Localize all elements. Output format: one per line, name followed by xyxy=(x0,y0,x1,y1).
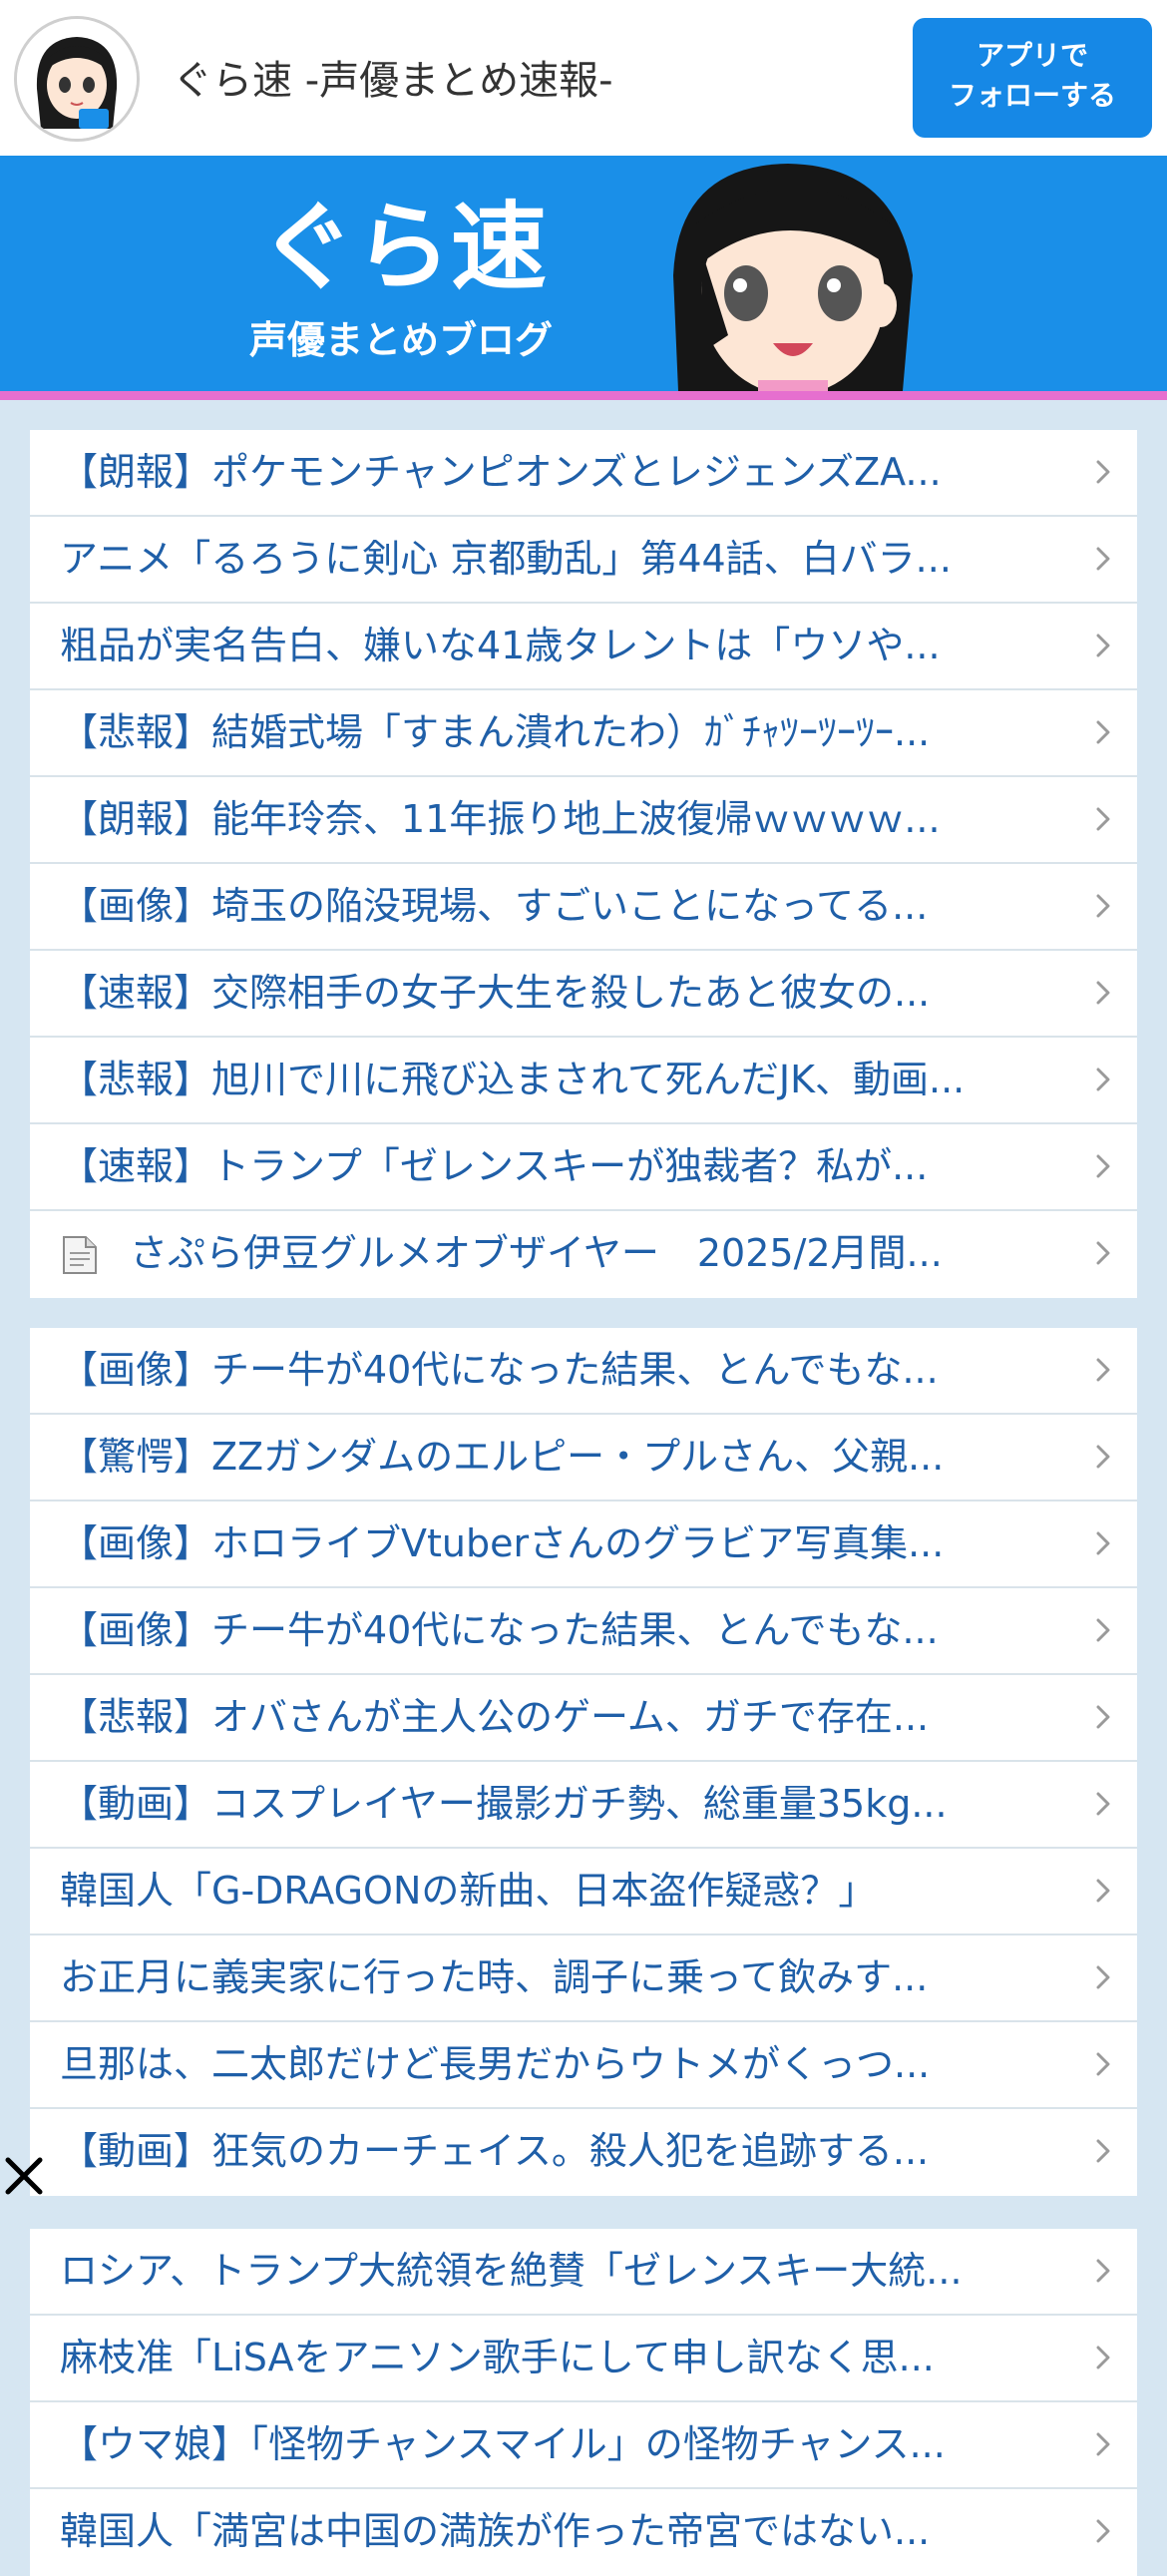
chevron-right-icon xyxy=(1091,1879,1115,1903)
article-title: 韓国人「満宮は中国の満族が作った帝宮ではない... xyxy=(60,2509,931,2553)
chevron-right-icon xyxy=(1091,1792,1115,1816)
article-title: 【朗報】能年玲奈、11年振り地上波復帰ｗｗｗｗ... xyxy=(60,797,941,841)
chevron-right-icon xyxy=(1091,894,1115,918)
article-title: 【速報】トランプ「ゼレンスキーが独裁者？私が... xyxy=(60,1144,929,1188)
article-title: 【画像】ホロライブVtuberさんのグラビア写真集... xyxy=(60,1521,945,1565)
article-list-item[interactable]: 【ウマ娘】「怪物チャンスマイル」の怪物チャンス... xyxy=(30,2402,1137,2489)
article-list-item[interactable]: アニメ「るろうに剣心 京都動乱」第44話、白バラ... xyxy=(30,517,1137,604)
chevron-right-icon xyxy=(1091,807,1115,831)
chevron-right-icon xyxy=(1091,634,1115,657)
chevron-right-icon xyxy=(1091,460,1115,484)
article-title: 麻枝准「LiSAをアニソン歌手にして申し訳なく思... xyxy=(60,2336,935,2379)
article-list-item[interactable]: 【動画】コスプレイヤー撮影ガチ勢、総重量35kg... xyxy=(30,1762,1137,1849)
article-list-item[interactable]: お正月に義実家に行った時、調子に乗って飲みす... xyxy=(30,1935,1137,2022)
article-list-item[interactable]: 【画像】ホロライブVtuberさんのグラビア写真集... xyxy=(30,1502,1137,1588)
chevron-right-icon xyxy=(1091,2519,1115,2543)
article-title: アニメ「るろうに剣心 京都動乱」第44話、白バラ... xyxy=(60,537,952,581)
chevron-right-icon xyxy=(1091,2139,1115,2163)
article-title: 【画像】埼玉の陥没現場、すごいことになってる... xyxy=(60,884,929,928)
article-list-item[interactable]: 【朗報】ポケモンチャンピオンズとレジェンズZA... xyxy=(30,430,1137,517)
banner-logo-main: ぐら速 xyxy=(259,192,547,303)
article-list-item[interactable]: 【驚愕】ZZガンダムのエルピー・プルさん、父親... xyxy=(30,1415,1137,1502)
chevron-right-icon xyxy=(1091,2259,1115,2283)
article-list-item[interactable]: 粗品が実名告白、嫌いな41歳タレントは「ウソや... xyxy=(30,604,1137,690)
article-list-item[interactable]: ロシア、トランプ大統領を絶賛「ゼレンスキー大統... xyxy=(30,2229,1137,2316)
follow-in-app-button[interactable]: アプリで フォローする xyxy=(913,18,1152,138)
article-title: 【悲報】オバさんが主人公のゲーム、ガチで存在... xyxy=(60,1695,930,1739)
article-title: 【悲報】結婚式場「すまん潰れたわ）ｶﾞﾁｬﾂｰﾂｰﾂｰ... xyxy=(60,710,931,754)
chevron-right-icon xyxy=(1091,1618,1115,1642)
article-title: ロシア、トランプ大統領を絶賛「ゼレンスキー大統... xyxy=(60,2249,963,2293)
article-title: さぷら伊豆グルメオブザイヤー 2025/2月間... xyxy=(130,1231,943,1275)
chevron-right-icon xyxy=(1091,2346,1115,2369)
article-title: 【驚愕】ZZガンダムのエルピー・プルさん、父親... xyxy=(60,1435,945,1479)
article-title: 【画像】チー牛が40代になった結果、とんでもな... xyxy=(60,1608,939,1652)
app-header: ぐら速 -声優まとめ速報- アプリで フォローする xyxy=(0,0,1167,156)
article-title: 粗品が実名告白、嫌いな41歳タレントは「ウソや... xyxy=(60,624,941,667)
article-title: お正月に義実家に行った時、調子に乗って飲みす... xyxy=(60,1955,929,1999)
article-list-item[interactable]: 【悲報】旭川で川に飛び込まされて死んだJK、動画... xyxy=(30,1038,1137,1124)
avatar-illustration xyxy=(17,19,137,139)
banner-logo-sub: 声優まとめブログ xyxy=(249,318,553,362)
article-list-3: ロシア、トランプ大統領を絶賛「ゼレンスキー大統... 麻枝准「LiSAをアニソン歌… xyxy=(30,2229,1137,2576)
article-title: 【ウマ娘】「怪物チャンスマイル」の怪物チャンス... xyxy=(60,2422,946,2466)
document-icon xyxy=(62,1235,98,1275)
chevron-right-icon xyxy=(1091,1358,1115,1382)
article-list-1: 【朗報】ポケモンチャンピオンズとレジェンズZA... アニメ「るろうに剣心 京都動… xyxy=(30,430,1137,1298)
chevron-right-icon xyxy=(1091,1241,1115,1265)
article-list-item[interactable]: 麻枝准「LiSAをアニソン歌手にして申し訳なく思... xyxy=(30,2316,1137,2402)
article-title: 【速報】交際相手の女子大生を殺したあと彼女の... xyxy=(60,971,931,1015)
article-title: 韓国人「G-DRAGONの新曲、日本盗作疑惑？」 xyxy=(60,1869,877,1913)
article-title: 【画像】チー牛が40代になった結果、とんでもな... xyxy=(60,1348,939,1392)
chevron-right-icon xyxy=(1091,720,1115,744)
banner-illustration: ぐら速 声優まとめブログ xyxy=(0,156,1167,391)
article-title: 【悲報】旭川で川に飛び込まされて死んだJK、動画... xyxy=(60,1058,966,1101)
article-list-item[interactable]: 【画像】埼玉の陥没現場、すごいことになってる... xyxy=(30,864,1137,951)
article-list-item[interactable]: 旦那は、二太郎だけど長男だからウトメがくっつ... xyxy=(30,2022,1137,2109)
article-title: 旦那は、二太郎だけど長男だからウトメがくっつ... xyxy=(60,2042,931,2086)
article-list-item[interactable]: 【画像】チー牛が40代になった結果、とんでもな... xyxy=(30,1588,1137,1675)
article-list-item[interactable]: 【悲報】オバさんが主人公のゲーム、ガチで存在... xyxy=(30,1675,1137,1762)
article-list-item[interactable]: 【画像】チー牛が40代になった結果、とんでもな... xyxy=(30,1328,1137,1415)
chevron-right-icon xyxy=(1091,1531,1115,1555)
article-list-item[interactable]: 【速報】交際相手の女子大生を殺したあと彼女の... xyxy=(30,951,1137,1038)
chevron-right-icon xyxy=(1091,1965,1115,1989)
chevron-right-icon xyxy=(1091,547,1115,571)
site-title[interactable]: ぐら速 -声優まとめ速報- xyxy=(173,48,613,106)
article-title: 【朗報】ポケモンチャンピオンズとレジェンズZA... xyxy=(60,450,942,494)
article-list-item[interactable]: 【速報】トランプ「ゼレンスキーが独裁者？私が... xyxy=(30,1124,1137,1211)
site-banner[interactable]: ぐら速 声優まとめブログ xyxy=(0,156,1167,391)
close-icon[interactable] xyxy=(2,2154,46,2198)
article-list-item[interactable]: 【動画】狂気のカーチェイス。殺人犯を追跡する... xyxy=(30,2109,1137,2196)
chevron-right-icon xyxy=(1091,1154,1115,1178)
chevron-right-icon xyxy=(1091,981,1115,1005)
article-title: 【動画】狂気のカーチェイス。殺人犯を追跡する... xyxy=(60,2129,930,2173)
article-list-item[interactable]: 【悲報】結婚式場「すまん潰れたわ）ｶﾞﾁｬﾂｰﾂｰﾂｰ... xyxy=(30,690,1137,777)
banner-divider xyxy=(0,391,1167,400)
follow-button-line1: アプリで xyxy=(975,39,1088,72)
article-list-item[interactable]: 韓国人「満宮は中国の満族が作った帝宮ではない... xyxy=(30,2489,1137,2576)
chevron-right-icon xyxy=(1091,2432,1115,2456)
site-avatar[interactable] xyxy=(14,16,140,142)
article-list-item[interactable]: 韓国人「G-DRAGONの新曲、日本盗作疑惑？」 xyxy=(30,1849,1137,1935)
follow-button-line2: フォローする xyxy=(948,79,1116,112)
chevron-right-icon xyxy=(1091,1705,1115,1729)
chevron-right-icon xyxy=(1091,1068,1115,1091)
article-list-item[interactable]: さぷら伊豆グルメオブザイヤー 2025/2月間... xyxy=(30,1211,1137,1298)
chevron-right-icon xyxy=(1091,2052,1115,2076)
article-title: 【動画】コスプレイヤー撮影ガチ勢、総重量35kg... xyxy=(60,1782,948,1826)
article-list-item[interactable]: 【朗報】能年玲奈、11年振り地上波復帰ｗｗｗｗ... xyxy=(30,777,1137,864)
chevron-right-icon xyxy=(1091,1445,1115,1469)
article-list-2: 【画像】チー牛が40代になった結果、とんでもな... 【驚愕】ZZガンダムのエルピ… xyxy=(30,1328,1137,2196)
